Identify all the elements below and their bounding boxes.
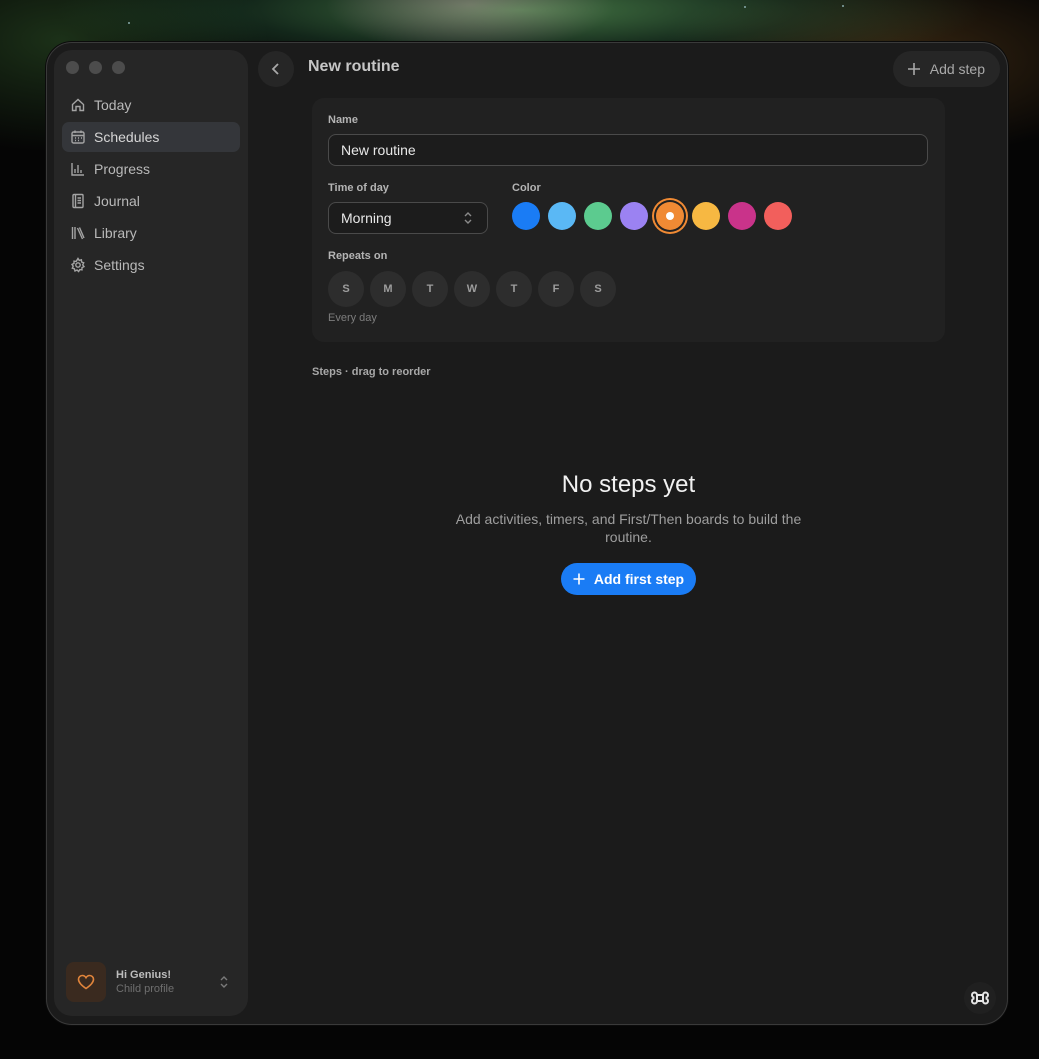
books-icon xyxy=(70,225,86,241)
bar-chart-icon xyxy=(70,161,86,177)
star xyxy=(842,5,844,7)
empty-state-description: Add activities, timers, and First/Then b… xyxy=(455,511,802,545)
color-swatch[interactable] xyxy=(764,202,792,230)
sidebar-item-label: Schedules xyxy=(94,129,160,145)
sidebar-item-journal[interactable]: Journal xyxy=(62,186,240,216)
add-first-step-button[interactable]: Add first step xyxy=(561,563,696,595)
window-controls xyxy=(66,61,125,74)
weekday-toggle[interactable]: T xyxy=(412,271,448,307)
calendar-icon xyxy=(70,129,86,145)
command-button[interactable] xyxy=(964,982,996,1014)
sidebar-item-label: Progress xyxy=(94,161,151,177)
add-first-step-label: Add first step xyxy=(593,571,685,587)
weekday-toggle[interactable]: F xyxy=(538,271,574,307)
profile-switcher[interactable]: Hi Genius! Child profile xyxy=(66,962,236,1002)
color-swatch[interactable] xyxy=(692,202,720,230)
time-of-day-label: Time of day xyxy=(328,182,389,194)
plus-icon xyxy=(907,63,920,75)
weekday-toggle[interactable]: M xyxy=(370,271,406,307)
app-window: Today Schedules Progress Journal Library… xyxy=(46,42,1008,1025)
profile-subtitle: Child profile xyxy=(116,983,175,995)
minimize-window-button[interactable] xyxy=(89,61,102,74)
sidebar-item-library[interactable]: Library xyxy=(62,218,240,248)
add-step-label: Add step xyxy=(929,61,985,77)
sidebar: Today Schedules Progress Journal Library… xyxy=(54,50,248,1016)
chevron-up-down-icon xyxy=(218,974,230,990)
home-icon xyxy=(70,97,86,113)
back-button[interactable] xyxy=(258,51,294,87)
sidebar-item-schedules[interactable]: Schedules xyxy=(62,122,240,152)
weekday-toggle[interactable]: T xyxy=(496,271,532,307)
time-of-day-select[interactable]: Morning xyxy=(328,202,488,234)
sidebar-item-label: Journal xyxy=(94,193,140,209)
sidebar-item-today[interactable]: Today xyxy=(62,90,240,120)
chevron-left-icon xyxy=(271,63,279,75)
color-swatch[interactable] xyxy=(728,202,756,230)
time-of-day-value: Morning xyxy=(341,210,392,226)
sidebar-item-label: Library xyxy=(94,225,137,241)
repeats-on-label: Repeats on xyxy=(328,250,388,262)
color-swatch[interactable] xyxy=(548,202,576,230)
routine-details-card: Name New routine Time of day Morning Col… xyxy=(312,98,945,342)
repeats-hint: Every day xyxy=(328,312,377,324)
profile-name: Hi Genius! xyxy=(116,969,172,981)
weekday-toggle[interactable]: S xyxy=(580,271,616,307)
weekday-toggle[interactable]: W xyxy=(454,271,490,307)
color-swatch[interactable] xyxy=(584,202,612,230)
color-swatch[interactable] xyxy=(656,202,684,230)
zoom-window-button[interactable] xyxy=(112,61,125,74)
name-input[interactable]: New routine xyxy=(328,134,928,166)
sidebar-item-label: Today xyxy=(94,97,132,113)
star xyxy=(128,22,130,24)
add-step-button[interactable]: Add step xyxy=(892,51,1000,87)
heart-icon xyxy=(77,974,95,990)
weekday-toggle[interactable]: S xyxy=(328,271,364,307)
sidebar-item-progress[interactable]: Progress xyxy=(62,154,240,184)
sidebar-item-settings[interactable]: Settings xyxy=(62,250,240,280)
command-icon xyxy=(971,991,989,1005)
color-swatch[interactable] xyxy=(620,202,648,230)
close-window-button[interactable] xyxy=(66,61,79,74)
avatar xyxy=(66,962,106,1002)
star xyxy=(744,6,746,8)
color-swatch[interactable] xyxy=(512,202,540,230)
gear-icon xyxy=(70,257,86,273)
name-label: Name xyxy=(328,114,358,126)
color-label: Color xyxy=(512,182,541,194)
sidebar-item-label: Settings xyxy=(94,257,145,273)
notebook-icon xyxy=(70,193,86,209)
page-title: New routine xyxy=(308,58,400,75)
selected-indicator xyxy=(666,212,674,220)
plus-icon xyxy=(573,573,585,585)
sidebar-nav: Today Schedules Progress Journal Library… xyxy=(62,90,240,282)
steps-header: Steps · drag to reorder xyxy=(312,366,431,378)
empty-state-title: No steps yet xyxy=(561,471,696,498)
chevron-up-down-icon xyxy=(464,212,472,224)
